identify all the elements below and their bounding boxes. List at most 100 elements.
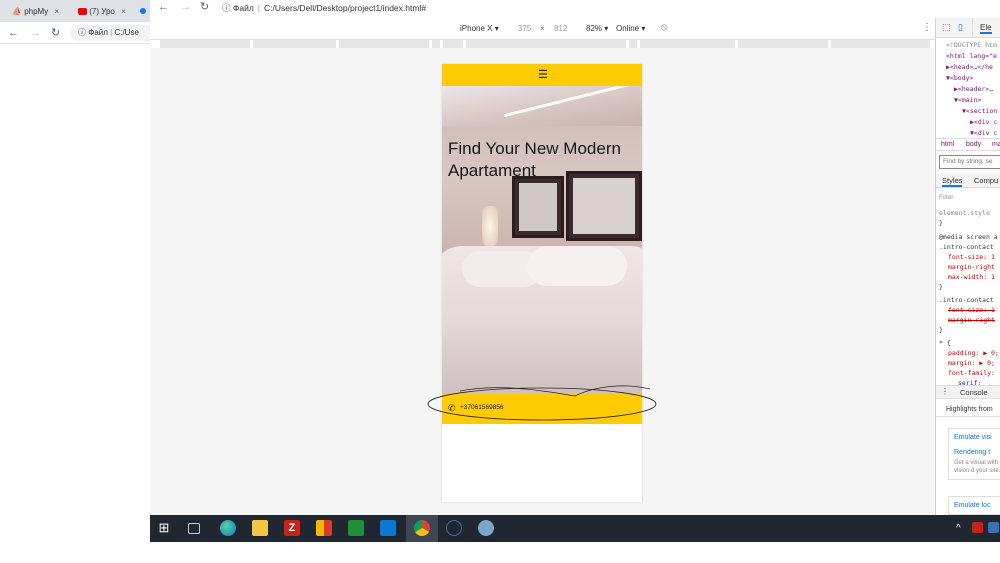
device-select[interactable]: iPhone X ▾ bbox=[460, 24, 499, 33]
app-icon[interactable] bbox=[348, 520, 364, 536]
vscode-icon[interactable] bbox=[380, 520, 396, 536]
rotate-icon[interactable]: ⦸ bbox=[661, 22, 668, 33]
height-input[interactable]: 812 bbox=[554, 24, 567, 33]
site-header: ☰ bbox=[442, 64, 642, 86]
address-bar[interactable]: ⓘ Файл | C:/Users/Dell/Desktop/project1/in… bbox=[222, 1, 492, 15]
bg-tab-youtube[interactable]: (7) Уро × bbox=[78, 3, 134, 20]
hero-photo-pillow bbox=[527, 246, 627, 286]
bg-tab-label: (7) Уро bbox=[89, 7, 115, 16]
hero-photo-frame bbox=[512, 176, 564, 238]
breadcrumb: html body ma bbox=[936, 138, 1000, 151]
dom-doctype[interactable]: <!DOCTYPE htm bbox=[936, 40, 1000, 51]
hero-section: Find Your New Modern Apartament bbox=[442, 86, 642, 394]
main-toolbar: ← → ↻ ⓘ Файл | C:/Users/Dell/Desktop/proje… bbox=[150, 0, 1000, 17]
tab-console[interactable]: Console bbox=[960, 388, 988, 397]
bg-tab-label: phpMy bbox=[24, 7, 49, 16]
chrome-taskbar-active[interactable] bbox=[406, 515, 438, 542]
rule-brace: } bbox=[939, 219, 943, 227]
dom-body[interactable]: ▼<body> bbox=[936, 73, 1000, 84]
forward-arrow-icon[interactable]: → bbox=[30, 22, 41, 44]
more-options-icon[interactable]: ⋮ bbox=[941, 387, 949, 396]
forward-arrow-icon[interactable]: → bbox=[180, 0, 191, 18]
crumb-main[interactable]: ma bbox=[992, 141, 1000, 148]
page-blank-area bbox=[442, 424, 642, 502]
find-input[interactable]: Find by string, se bbox=[939, 155, 1000, 169]
emulated-page: ☰ Find Your New Modern Apartament ✆ +370… bbox=[442, 64, 642, 502]
dom-main[interactable]: ▼<main> bbox=[936, 95, 1000, 106]
device-toggle-icon[interactable]: ▯ bbox=[958, 22, 963, 33]
hero-title: Find Your New Modern Apartament bbox=[448, 139, 621, 180]
chrome-icon[interactable] bbox=[414, 520, 430, 536]
scribble-annotation bbox=[427, 385, 657, 421]
whats-new-card[interactable]: Emulate loc bbox=[948, 496, 1000, 515]
dom-header[interactable]: ▶<header>… bbox=[936, 84, 1000, 95]
card-title: Emulate visi bbox=[954, 434, 992, 441]
tray-app-icon[interactable] bbox=[988, 522, 999, 533]
devtools-panel: ⬚ ▯ Ele <!DOCTYPE htm <html lang="e ▶<he… bbox=[935, 18, 1000, 515]
filezilla-tray-icon[interactable] bbox=[972, 522, 983, 533]
styles-tab-bar: Styles Compu bbox=[936, 173, 1000, 188]
styles-filter-input[interactable]: Filter bbox=[939, 192, 1000, 204]
chevron-up-icon[interactable]: ^ bbox=[956, 515, 961, 542]
windows-taskbar: ⊞ Z ^ bbox=[150, 515, 1000, 542]
card-subtitle: Get a visual with vision d your site. bbox=[954, 460, 1000, 474]
crumb-html[interactable]: html bbox=[941, 141, 954, 148]
dom-div[interactable]: ▶<div c bbox=[936, 117, 1000, 128]
drawer-tab-bar: ⋮ Console bbox=[936, 385, 1000, 399]
tab-styles[interactable]: Styles bbox=[942, 176, 963, 187]
inspect-icon[interactable]: ⬚ bbox=[942, 22, 951, 33]
tab-computed[interactable]: Compu bbox=[974, 176, 998, 185]
close-icon[interactable]: × bbox=[121, 7, 126, 16]
network-select[interactable]: Online ▾ bbox=[616, 24, 645, 33]
bg-tab-partial[interactable] bbox=[140, 3, 150, 20]
address-label: Файл bbox=[88, 28, 108, 37]
pma-icon: ⛵ bbox=[12, 7, 22, 16]
reload-icon[interactable]: ↻ bbox=[200, 0, 209, 18]
back-arrow-icon[interactable]: ← bbox=[158, 0, 169, 18]
zoom-select[interactable]: 82% ▾ bbox=[586, 24, 608, 33]
media-query-ruler[interactable] bbox=[160, 40, 930, 48]
card-title: Rendering t bbox=[954, 449, 991, 456]
background-browser-window: ⛵ phpMy × (7) Уро × ← → ↻ ⓘ Файл | C:/Us… bbox=[0, 0, 150, 563]
windows-start-icon[interactable]: ⊞ bbox=[156, 520, 172, 536]
system-tray: ^ bbox=[950, 515, 1000, 542]
app-icon[interactable] bbox=[478, 520, 494, 536]
card-title: Emulate loc bbox=[954, 502, 991, 509]
whats-new-heading: Highlights from bbox=[936, 403, 1000, 417]
file-explorer-icon[interactable] bbox=[252, 520, 268, 536]
info-icon: ⓘ bbox=[78, 28, 86, 37]
bg-toolbar: ← → ↻ ⓘ Файл | C:/Use bbox=[0, 22, 150, 44]
task-view-icon[interactable] bbox=[188, 523, 200, 534]
whats-new-card[interactable]: Emulate visi Rendering t Get a visual wi… bbox=[948, 428, 1000, 480]
crumb-body[interactable]: body bbox=[966, 141, 981, 148]
dom-head[interactable]: ▶<head>…</he bbox=[936, 62, 1000, 73]
steam-icon[interactable] bbox=[446, 520, 462, 536]
dom-html[interactable]: <html lang="e bbox=[936, 51, 1000, 62]
hamburger-menu-icon[interactable]: ☰ bbox=[538, 68, 548, 81]
youtube-icon bbox=[78, 8, 87, 16]
info-icon: ⓘ bbox=[222, 3, 231, 13]
times-sign: × bbox=[540, 24, 545, 33]
back-arrow-icon[interactable]: ← bbox=[8, 22, 19, 44]
dom-section[interactable]: ▼<section bbox=[936, 106, 1000, 117]
edge-icon[interactable] bbox=[220, 520, 236, 536]
hero-photo-lamp bbox=[482, 206, 498, 246]
winrar-icon[interactable] bbox=[316, 520, 332, 536]
reload-icon[interactable]: ↻ bbox=[51, 22, 60, 44]
tab-icon bbox=[140, 8, 146, 14]
bg-address-bar[interactable]: ⓘ Файл | C:/Use bbox=[70, 25, 150, 41]
width-input[interactable]: 375 bbox=[518, 24, 531, 33]
close-icon[interactable]: × bbox=[54, 7, 59, 16]
main-browser-window: ← → ↻ ⓘ Файл | C:/Users/Dell/Desktop/proje… bbox=[150, 0, 1000, 515]
filezilla-icon[interactable]: Z bbox=[284, 520, 300, 536]
tab-elements[interactable]: Ele bbox=[980, 23, 992, 34]
more-options-icon[interactable]: ⋮ bbox=[922, 22, 932, 33]
address-text: C:/Users/Dell/Desktop/project1/index.htm… bbox=[264, 3, 427, 13]
bg-tab-strip: ⛵ phpMy × (7) Уро × bbox=[0, 0, 150, 22]
address-text: C:/Use bbox=[114, 28, 139, 37]
rule-brace: } bbox=[939, 283, 943, 291]
devtools-tab-bar: ⬚ ▯ Ele bbox=[936, 18, 1000, 38]
device-toolbar: iPhone X ▾ 375 × 812 82% ▾ Online ▾ ⦸ ⋮ bbox=[150, 18, 935, 40]
bg-tab-phpmyadmin[interactable]: ⛵ phpMy × bbox=[12, 3, 72, 20]
address-label: Файл bbox=[232, 3, 254, 13]
